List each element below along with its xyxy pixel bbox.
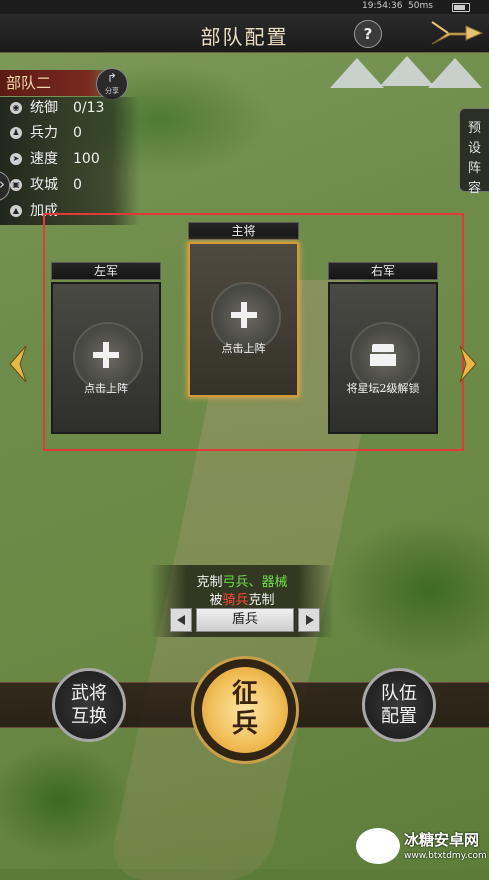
preset-formation-button[interactable]: 预设阵容 xyxy=(459,108,489,196)
stat-value: 0 xyxy=(73,125,82,141)
slot-title: 左军 xyxy=(51,262,161,280)
stat-value: 100 xyxy=(73,151,100,167)
slot-card: 点击上阵 xyxy=(51,282,161,434)
watermark-url: www.btxtdmy.com xyxy=(404,851,487,861)
lock-icon xyxy=(370,344,396,366)
troop-stats-panel: ◉ 统御 0/13 ♟ 兵力 0 ➤ 速度 100 ▣ 攻城 0 ▲ 加成 xyxy=(0,97,140,225)
soldier-icon: ♟ xyxy=(10,127,22,139)
stat-row-siege: ▣ 攻城 0 xyxy=(0,174,140,196)
stat-value: 0 xyxy=(73,177,82,193)
countered-prefix: 被 xyxy=(209,593,223,608)
slot-left-army[interactable]: 左军 点击上阵 xyxy=(51,262,161,434)
slot-main-general[interactable]: 主将 点击上阵 xyxy=(188,222,299,397)
countered-suffix: 克制 xyxy=(248,593,275,608)
bonus-icon: ▲ xyxy=(10,205,22,217)
speed-icon: ➤ xyxy=(10,153,22,165)
troop-type-prev-button[interactable] xyxy=(170,608,192,632)
stat-row-troops: ♟ 兵力 0 xyxy=(0,122,140,144)
troop-type-selector: 盾兵 xyxy=(170,608,320,632)
status-time: 19:54:36 xyxy=(362,1,403,11)
enlist-label: 征兵 xyxy=(231,679,258,739)
plus-icon xyxy=(229,300,259,330)
formation-config-button[interactable]: 队伍配置 xyxy=(362,668,436,742)
share-label: 分享 xyxy=(105,87,119,95)
slot-hint: 将星坛2级解锁 xyxy=(346,382,420,395)
stat-label: 攻城 xyxy=(30,177,58,193)
question-icon[interactable]: ? xyxy=(354,20,382,48)
counter-line: 克制弓兵、器械 xyxy=(150,571,334,590)
header: 部队配置 ? xyxy=(0,14,489,53)
status-bar: 19:54:36 50ms xyxy=(0,0,489,14)
troop-name: 部队二 xyxy=(6,74,52,92)
prev-troop-arrow-icon[interactable] xyxy=(6,344,30,384)
share-icon: ↱ xyxy=(106,71,118,85)
stat-label: 速度 xyxy=(30,151,58,167)
troop-type-next-button[interactable] xyxy=(298,608,320,632)
slot-title: 右军 xyxy=(328,262,438,280)
back-arrow-icon[interactable] xyxy=(426,18,486,48)
slot-title: 主将 xyxy=(188,222,299,240)
command-icon: ◉ xyxy=(10,102,22,114)
plus-icon xyxy=(91,340,121,370)
enlist-button[interactable]: 征兵 xyxy=(191,656,299,764)
slot-card: 将星坛2级解锁 xyxy=(328,282,438,434)
stat-label: 统御 xyxy=(30,100,58,116)
stat-row-command: ◉ 统御 0/13 xyxy=(0,97,140,119)
countered-by: 骑兵 xyxy=(222,593,249,608)
swap-generals-button[interactable]: 武将互换 xyxy=(52,668,126,742)
formation-config-label: 队伍配置 xyxy=(381,683,417,727)
watermark-logo-icon xyxy=(356,828,400,864)
enlist-face: 征兵 xyxy=(202,667,288,753)
watermark: 冰糖安卓网 www.btxtdmy.com xyxy=(356,824,489,869)
preset-label: 预设阵容 xyxy=(467,121,481,196)
slot-card: 点击上阵 xyxy=(188,242,299,397)
watermark-name: 冰糖安卓网 xyxy=(404,831,480,849)
troop-type-value[interactable]: 盾兵 xyxy=(196,608,294,632)
counter-prefix: 克制 xyxy=(196,575,223,590)
page-title: 部队配置 xyxy=(200,25,289,49)
stat-label: 兵力 xyxy=(30,125,58,141)
swap-generals-label: 武将互换 xyxy=(71,683,107,727)
stat-row-speed: ➤ 速度 100 xyxy=(0,148,140,170)
slot-right-army[interactable]: 右军 将星坛2级解锁 xyxy=(328,262,438,434)
counters-list: 弓兵、器械 xyxy=(222,575,288,590)
stat-value: 0/13 xyxy=(73,100,105,116)
siege-icon: ▣ xyxy=(10,179,22,191)
slot-hint: 点击上阵 xyxy=(221,342,266,355)
next-troop-arrow-icon[interactable] xyxy=(456,344,480,384)
status-network: 50ms xyxy=(408,1,433,11)
countered-line: 被骑兵克制 xyxy=(150,589,334,608)
share-button[interactable]: ↱ 分享 xyxy=(96,68,128,100)
battery-icon xyxy=(452,3,470,12)
slot-hint: 点击上阵 xyxy=(84,382,128,395)
